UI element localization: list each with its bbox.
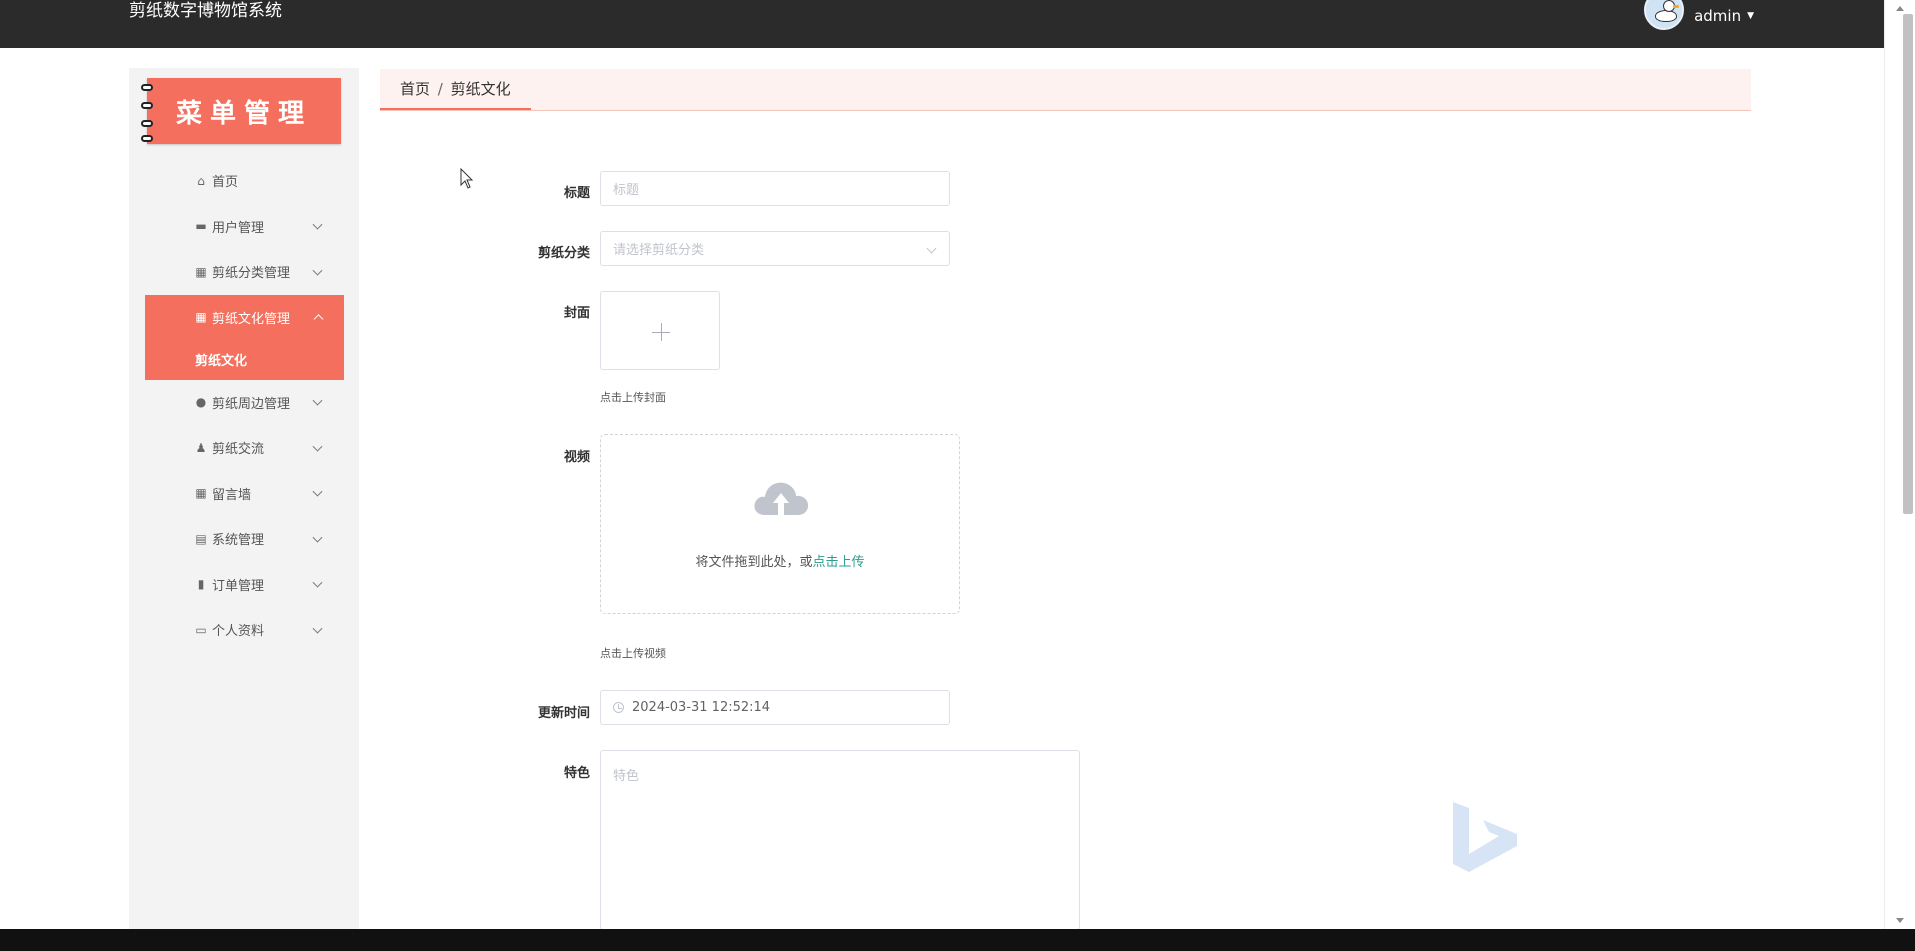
username[interactable]: admin bbox=[1694, 7, 1741, 25]
vertical-scrollbar[interactable] bbox=[1884, 0, 1915, 929]
bing-logo-icon bbox=[1453, 802, 1517, 872]
title-placeholder: 标题 bbox=[613, 183, 640, 198]
user-small-icon: ♟ bbox=[195, 440, 207, 455]
clipboard-icon: ▤ bbox=[195, 531, 207, 546]
bar-chart-icon: ▮ bbox=[197, 577, 205, 592]
breadcrumb: 首页 / 剪纸文化 bbox=[400, 69, 511, 110]
cover-hint: 点击上传封面 bbox=[600, 391, 666, 404]
sidebar-item-peripheral-management[interactable]: ● 剪纸周边管理 bbox=[129, 380, 359, 426]
sidebar-item-label: 剪纸文化管理 bbox=[212, 311, 291, 327]
user-menu[interactable]: admin ▼ bbox=[1644, 0, 1754, 32]
chevron-down-icon bbox=[312, 577, 323, 588]
category-placeholder: 请选择剪纸分类 bbox=[613, 243, 705, 258]
caret-down-icon[interactable]: ▼ bbox=[1747, 11, 1754, 21]
menu-list: ⌂ 首页 ▬ 用户管理 ▦ 剪纸分类管理 ▦ 剪纸文化管理 剪纸文化 ● 剪纸周… bbox=[129, 158, 359, 653]
breadcrumb-current: 剪纸文化 bbox=[450, 80, 511, 98]
scrollbar-thumb[interactable] bbox=[1903, 14, 1913, 514]
feature-label: 特色 bbox=[563, 766, 590, 781]
update-time-value: 2024-03-31 12:52:14 bbox=[632, 700, 771, 715]
sidebar-item-culture-management[interactable]: ▦ 剪纸文化管理 bbox=[145, 295, 344, 341]
sidebar-item-label: 剪纸分类管理 bbox=[212, 266, 291, 282]
sidebar-item-label: 个人资料 bbox=[212, 624, 265, 640]
breadcrumb-separator: / bbox=[437, 80, 443, 98]
sidebar-item-label: 留言墙 bbox=[212, 487, 252, 503]
sidebar-item-label: 系统管理 bbox=[212, 533, 265, 549]
sidebar-item-label: 剪纸周边管理 bbox=[212, 396, 291, 412]
chevron-down-icon bbox=[926, 243, 937, 254]
chevron-down-icon bbox=[312, 265, 323, 276]
scroll-up-icon[interactable] bbox=[1896, 6, 1904, 11]
sidebar-item-label: 首页 bbox=[212, 175, 239, 191]
ring-icon bbox=[141, 102, 153, 109]
sidebar: 菜单管理 ⌂ 首页 ▬ 用户管理 ▦ 剪纸分类管理 ▦ 剪纸文化管理 剪纸文化 … bbox=[129, 68, 359, 929]
chevron-down-icon bbox=[312, 623, 323, 634]
chevron-down-icon bbox=[312, 395, 323, 406]
chevron-down-icon bbox=[312, 441, 323, 452]
top-navbar: 剪纸数字博物馆系统 admin ▼ bbox=[0, 0, 1884, 48]
sidebar-item-label: 剪纸交流 bbox=[212, 442, 265, 458]
sidebar-item-exchange[interactable]: ♟ 剪纸交流 bbox=[129, 425, 359, 471]
cover-label: 封面 bbox=[563, 306, 590, 321]
grid-icon: ▦ bbox=[195, 310, 207, 325]
category-label: 剪纸分类 bbox=[537, 246, 590, 261]
plus-icon bbox=[661, 323, 662, 341]
upload-cloud-icon bbox=[754, 482, 809, 517]
ring-icon bbox=[141, 120, 153, 127]
sidebar-item-home[interactable]: ⌂ 首页 bbox=[129, 158, 359, 204]
sidebar-subitem-culture[interactable]: 剪纸文化 bbox=[145, 340, 344, 379]
update-time-label: 更新时间 bbox=[537, 706, 590, 721]
sidebar-item-order-management[interactable]: ▮ 订单管理 bbox=[129, 562, 359, 608]
video-drag-label: 将文件拖到此处，或 bbox=[695, 555, 813, 570]
sidebar-item-user-management[interactable]: ▬ 用户管理 bbox=[129, 204, 359, 250]
chevron-down-icon bbox=[312, 486, 323, 497]
video-drag-text: 将文件拖到此处，或点击上传 bbox=[601, 551, 959, 570]
video-hint: 点击上传视频 bbox=[600, 647, 666, 660]
user-icon: ● bbox=[195, 395, 207, 410]
feature-textarea[interactable]: 特色 bbox=[600, 750, 1080, 930]
briefcase-icon: ▬ bbox=[195, 219, 207, 234]
sidebar-item-profile[interactable]: ▭ 个人资料 bbox=[129, 607, 359, 653]
card-icon: ▭ bbox=[195, 622, 207, 637]
mouse-cursor-icon bbox=[460, 168, 474, 189]
title-label: 标题 bbox=[563, 186, 590, 201]
grid-icon: ▦ bbox=[195, 486, 207, 501]
menu-header: 菜单管理 bbox=[141, 78, 341, 144]
video-upload-link[interactable]: 点击上传 bbox=[813, 555, 865, 570]
sidebar-item-message-wall[interactable]: ▦ 留言墙 bbox=[129, 471, 359, 517]
grid-icon: ▦ bbox=[195, 264, 207, 279]
video-dropzone[interactable]: 将文件拖到此处，或点击上传 bbox=[600, 434, 960, 614]
scroll-down-icon[interactable] bbox=[1896, 918, 1904, 923]
breadcrumb-home[interactable]: 首页 bbox=[400, 80, 430, 98]
avatar[interactable] bbox=[1644, 0, 1685, 30]
app-title: 剪纸数字博物馆系统 bbox=[129, 1, 282, 21]
category-select[interactable]: 请选择剪纸分类 bbox=[600, 231, 950, 266]
video-label: 视频 bbox=[563, 450, 590, 465]
home-icon: ⌂ bbox=[197, 173, 205, 188]
breadcrumb-bar: 首页 / 剪纸文化 bbox=[380, 69, 1751, 111]
sidebar-item-system-management[interactable]: ▤ 系统管理 bbox=[129, 516, 359, 562]
ring-icon bbox=[141, 135, 153, 142]
clock-icon bbox=[613, 702, 624, 713]
sidebar-group-culture-management: ▦ 剪纸文化管理 剪纸文化 bbox=[145, 294, 344, 380]
bottom-bar bbox=[0, 929, 1915, 951]
menu-header-title: 菜单管理 bbox=[175, 98, 312, 129]
feature-placeholder: 特色 bbox=[613, 769, 640, 784]
chevron-up-icon bbox=[313, 314, 324, 325]
chevron-down-icon bbox=[312, 532, 323, 543]
ring-icon bbox=[141, 84, 153, 91]
chevron-down-icon bbox=[312, 219, 323, 230]
sidebar-item-label: 订单管理 bbox=[212, 578, 265, 594]
update-time-input[interactable]: 2024-03-31 12:52:14 bbox=[600, 690, 950, 725]
sidebar-item-category-management[interactable]: ▦ 剪纸分类管理 bbox=[129, 249, 359, 295]
sidebar-item-label: 用户管理 bbox=[212, 220, 265, 236]
cover-upload[interactable] bbox=[600, 291, 720, 370]
breadcrumb-underline bbox=[380, 108, 531, 110]
title-input[interactable]: 标题 bbox=[600, 171, 950, 206]
